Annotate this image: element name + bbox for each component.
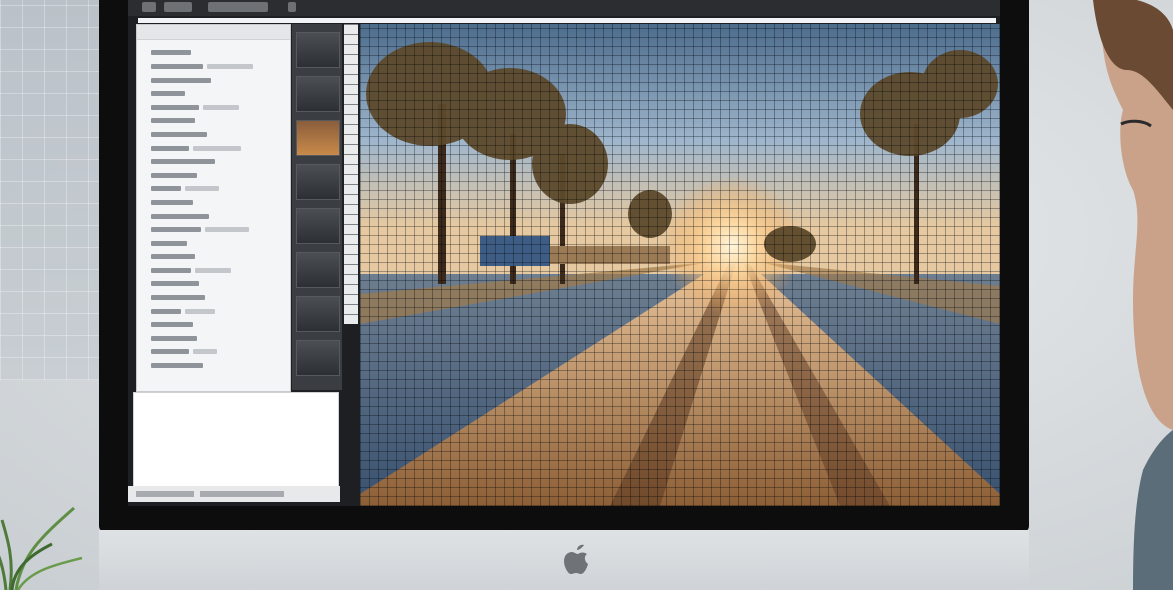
panel-list-item[interactable] [137,168,290,182]
panel-list-item[interactable] [137,141,290,155]
apple-logo-icon [564,544,588,574]
panel-list-item[interactable] [137,100,290,114]
panel-list [137,40,290,372]
panel-list-item[interactable] [137,46,290,60]
monitor-screen [128,0,1000,506]
thumbnail-item[interactable] [296,208,340,244]
panel-list-item[interactable] [137,345,290,359]
layers-panel [136,24,291,392]
panel-list-item[interactable] [137,60,290,74]
panel-list-item[interactable] [137,277,290,291]
app-menu-bar [128,0,1000,16]
properties-panel [133,392,339,488]
menu-item[interactable] [208,2,268,12]
panel-list-item[interactable] [137,291,290,305]
thumbnail-item[interactable] [296,120,340,156]
panel-list-item[interactable] [137,155,290,169]
panel-list-item[interactable] [137,250,290,264]
panel-list-item[interactable] [137,304,290,318]
menu-item[interactable] [164,2,192,12]
panel-list-item[interactable] [137,196,290,210]
panel-list-item[interactable] [137,318,290,332]
wall-chart [0,0,110,380]
thumbnail-strip [292,24,342,390]
menu-icon[interactable] [142,2,156,12]
panel-list-item[interactable] [137,128,290,142]
thumbnail-item[interactable] [296,296,340,332]
panel-list-item[interactable] [137,73,290,87]
panel-list-item[interactable] [137,264,290,278]
status-strip [128,486,340,502]
panel-list-item[interactable] [137,236,290,250]
thumbnail-item[interactable] [296,164,340,200]
panel-list-item[interactable] [137,87,290,101]
road-photo [360,24,1000,506]
image-canvas[interactable] [360,24,1000,506]
thumbnail-item[interactable] [296,252,340,288]
panel-list-item[interactable] [137,359,290,373]
person-silhouette [1093,0,1173,590]
menu-item[interactable] [288,2,296,12]
thumbnail-item[interactable] [296,76,340,112]
plant-icon [0,506,83,590]
options-bar [138,18,996,23]
panel-list-item[interactable] [137,223,290,237]
panel-list-item[interactable] [137,331,290,345]
panel-list-item[interactable] [137,209,290,223]
thumbnail-item[interactable] [296,32,340,68]
panel-list-item[interactable] [137,182,290,196]
thumbnail-item[interactable] [296,340,340,376]
panel-list-item[interactable] [137,114,290,128]
panel-header [137,25,290,40]
vertical-ruler [344,24,358,324]
